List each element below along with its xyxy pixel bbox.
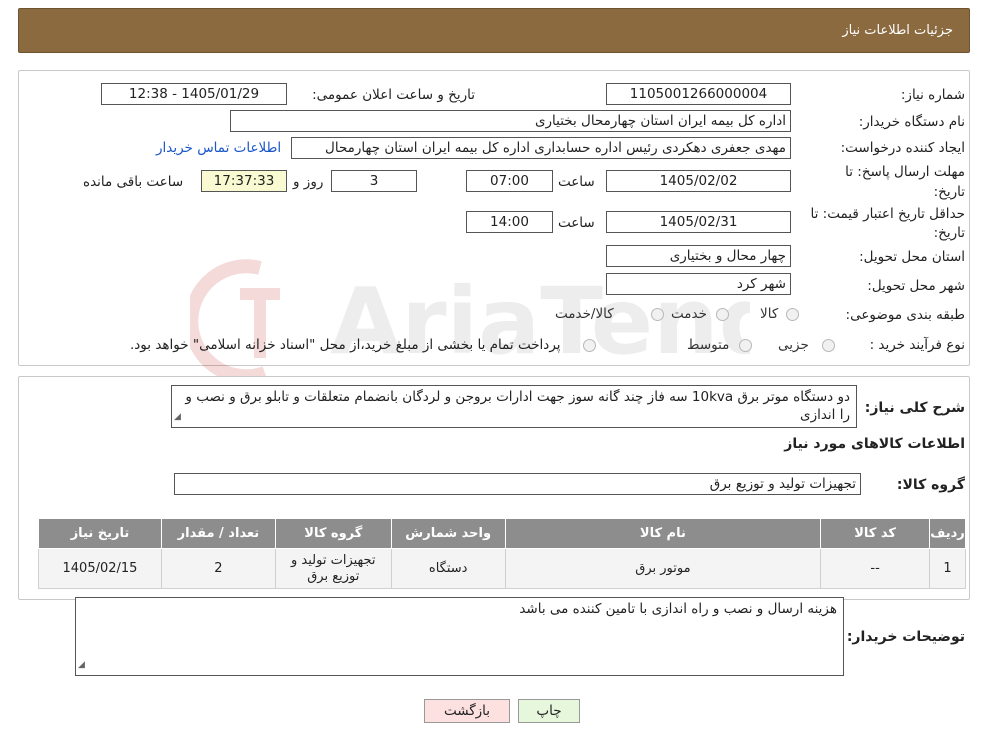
cell-goods-code: --	[820, 548, 931, 589]
cell-row-no: 1	[929, 548, 966, 589]
category-service-radio[interactable]	[716, 308, 729, 321]
province-label: استان محل تحویل:	[859, 249, 965, 265]
city-field: شهر کرد	[606, 273, 791, 295]
resize-grip-icon[interactable]: ◢	[78, 656, 85, 674]
buyer-org-field: اداره کل بیمه ایران استان چهارمحال بختیا…	[230, 110, 791, 132]
category-goods-service-radio[interactable]	[651, 308, 664, 321]
process-medium-radio[interactable]	[739, 339, 752, 352]
process-minor-radio[interactable]	[822, 339, 835, 352]
days-label: روز و	[293, 174, 324, 190]
price-validity-label-2: تاریخ:	[933, 225, 965, 241]
creator-label: ایجاد کننده درخواست:	[840, 140, 965, 156]
remaining-time-label: ساعت باقی مانده	[83, 174, 184, 190]
goods-info-title: اطلاعات کالاهای مورد نیاز	[784, 436, 965, 452]
process-medium-label: متوسط	[687, 337, 730, 353]
price-validity-time-field: 14:00	[466, 211, 553, 233]
cell-goods-group: تجهیزات تولید و توزیع برق	[274, 548, 392, 589]
description-label: شرح کلی نیاز:	[864, 400, 965, 416]
announce-datetime-field: 1405/01/29 - 12:38	[101, 83, 287, 105]
header-goods-group: گروه کالا	[274, 518, 392, 549]
cell-unit: دستگاه	[390, 548, 506, 589]
buyer-contact-link[interactable]: اطلاعات تماس خریدار	[156, 140, 281, 156]
category-goods-label: کالا	[760, 306, 779, 322]
page-title: جزئیات اطلاعات نیاز	[842, 23, 953, 38]
buyer-org-label: نام دستگاه خریدار:	[858, 114, 965, 130]
goods-table: ردیف کد کالا نام کالا واحد شمارش گروه کا…	[38, 518, 966, 589]
send-deadline-time-label: ساعت	[558, 174, 595, 190]
category-goods-service-label: کالا/خدمت	[555, 306, 614, 322]
goods-group-label: گروه کالا:	[896, 477, 965, 493]
category-label: طبقه بندی موضوعی:	[845, 307, 965, 323]
buyer-notes-text: هزینه ارسال و نصب و راه اندازی با تامین …	[75, 597, 844, 676]
table-row: 1 -- موتور برق دستگاه تجهیزات تولید و تو…	[38, 548, 966, 589]
category-service-label: خدمت	[671, 306, 707, 322]
buyer-notes-label: توضیحات خریدار:	[846, 629, 965, 645]
buyer-notes-content: هزینه ارسال و نصب و راه اندازی با تامین …	[519, 601, 837, 617]
creator-field: مهدی جعفری دهکردی رئیس اداره حسابداری اد…	[291, 137, 791, 159]
treasury-payment-checkbox[interactable]	[583, 339, 596, 352]
send-deadline-label-2: تاریخ:	[933, 184, 965, 200]
treasury-payment-note: پرداخت تمام یا بخشی از مبلغ خرید،از محل …	[130, 337, 561, 353]
header-goods-code: کد کالا	[820, 518, 931, 549]
header-unit: واحد شمارش	[390, 518, 506, 549]
print-button[interactable]: چاپ	[518, 699, 580, 723]
province-field: چهار محال و بختیاری	[606, 245, 791, 267]
header-need-date: تاریخ نیاز	[38, 518, 162, 549]
header-quantity: تعداد / مقدار	[160, 518, 276, 549]
process-type-label: نوع فرآیند خرید :	[869, 337, 965, 353]
description-content: دو دستگاه موتر برق 10kva سه فاز چند گانه…	[185, 389, 850, 423]
remaining-days-field: 3	[331, 170, 417, 192]
price-validity-date-field: 1405/02/31	[606, 211, 791, 233]
goods-group-field: تجهیزات تولید و توزیع برق	[174, 473, 861, 495]
description-text: دو دستگاه موتر برق 10kva سه فاز چند گانه…	[171, 385, 857, 428]
header-row-no: ردیف	[929, 518, 966, 549]
header-goods-name: نام کالا	[504, 518, 822, 549]
table-header-row: ردیف کد کالا نام کالا واحد شمارش گروه کا…	[38, 518, 966, 549]
cell-goods-name: موتور برق	[504, 548, 822, 589]
cell-need-date: 1405/02/15	[38, 548, 162, 589]
send-deadline-time-field: 07:00	[466, 170, 553, 192]
send-deadline-date-field: 1405/02/02	[606, 170, 791, 192]
page-header: جزئیات اطلاعات نیاز	[18, 8, 970, 53]
remaining-time-field: 17:37:33	[201, 170, 287, 192]
category-goods-radio[interactable]	[786, 308, 799, 321]
watermark-logo-icon: AriaTender.neT	[190, 259, 750, 384]
announce-label: تاریخ و ساعت اعلان عمومی:	[312, 87, 475, 103]
price-validity-label: حداقل تاریخ اعتبار قیمت: تا	[810, 206, 965, 222]
city-label: شهر محل تحویل:	[867, 278, 965, 294]
send-deadline-label: مهلت ارسال پاسخ: تا	[845, 164, 965, 180]
resize-grip-icon[interactable]: ◢	[174, 408, 181, 426]
process-minor-label: جزیی	[778, 337, 809, 353]
back-button[interactable]: بازگشت	[424, 699, 510, 723]
cell-quantity: 2	[160, 548, 276, 589]
need-number-field: 1105001266000004	[606, 83, 791, 105]
price-validity-time-label: ساعت	[558, 215, 595, 231]
need-number-label: شماره نیاز:	[900, 87, 965, 103]
